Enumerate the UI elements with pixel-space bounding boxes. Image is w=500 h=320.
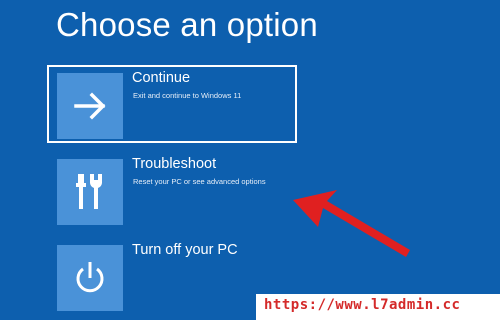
- turn-off-tile[interactable]: [57, 245, 123, 311]
- troubleshoot-tile[interactable]: [57, 159, 123, 225]
- tools-icon: [76, 174, 102, 209]
- turn-off-label: Turn off your PC: [132, 242, 238, 258]
- power-icon: [76, 262, 104, 293]
- page-title: Choose an option: [56, 6, 318, 43]
- troubleshoot-description: Reset your PC or see advanced options: [133, 177, 266, 186]
- troubleshoot-label: Troubleshoot: [132, 156, 217, 172]
- troubleshoot-option[interactable]: Troubleshoot Reset your PC or see advanc…: [47, 151, 297, 229]
- watermark-banner: https://www.l7admin.cc: [256, 294, 500, 320]
- continue-label: Continue: [132, 70, 191, 86]
- continue-option[interactable]: Continue Exit and continue to Windows 11: [47, 65, 297, 143]
- watermark-text: https://www.l7admin.cc: [264, 297, 461, 313]
- continue-tile[interactable]: [57, 73, 123, 139]
- red-arrow-pointer: [293, 190, 410, 257]
- continue-description: Exit and continue to Windows 11: [133, 91, 242, 100]
- arrow-right-icon: [74, 92, 106, 120]
